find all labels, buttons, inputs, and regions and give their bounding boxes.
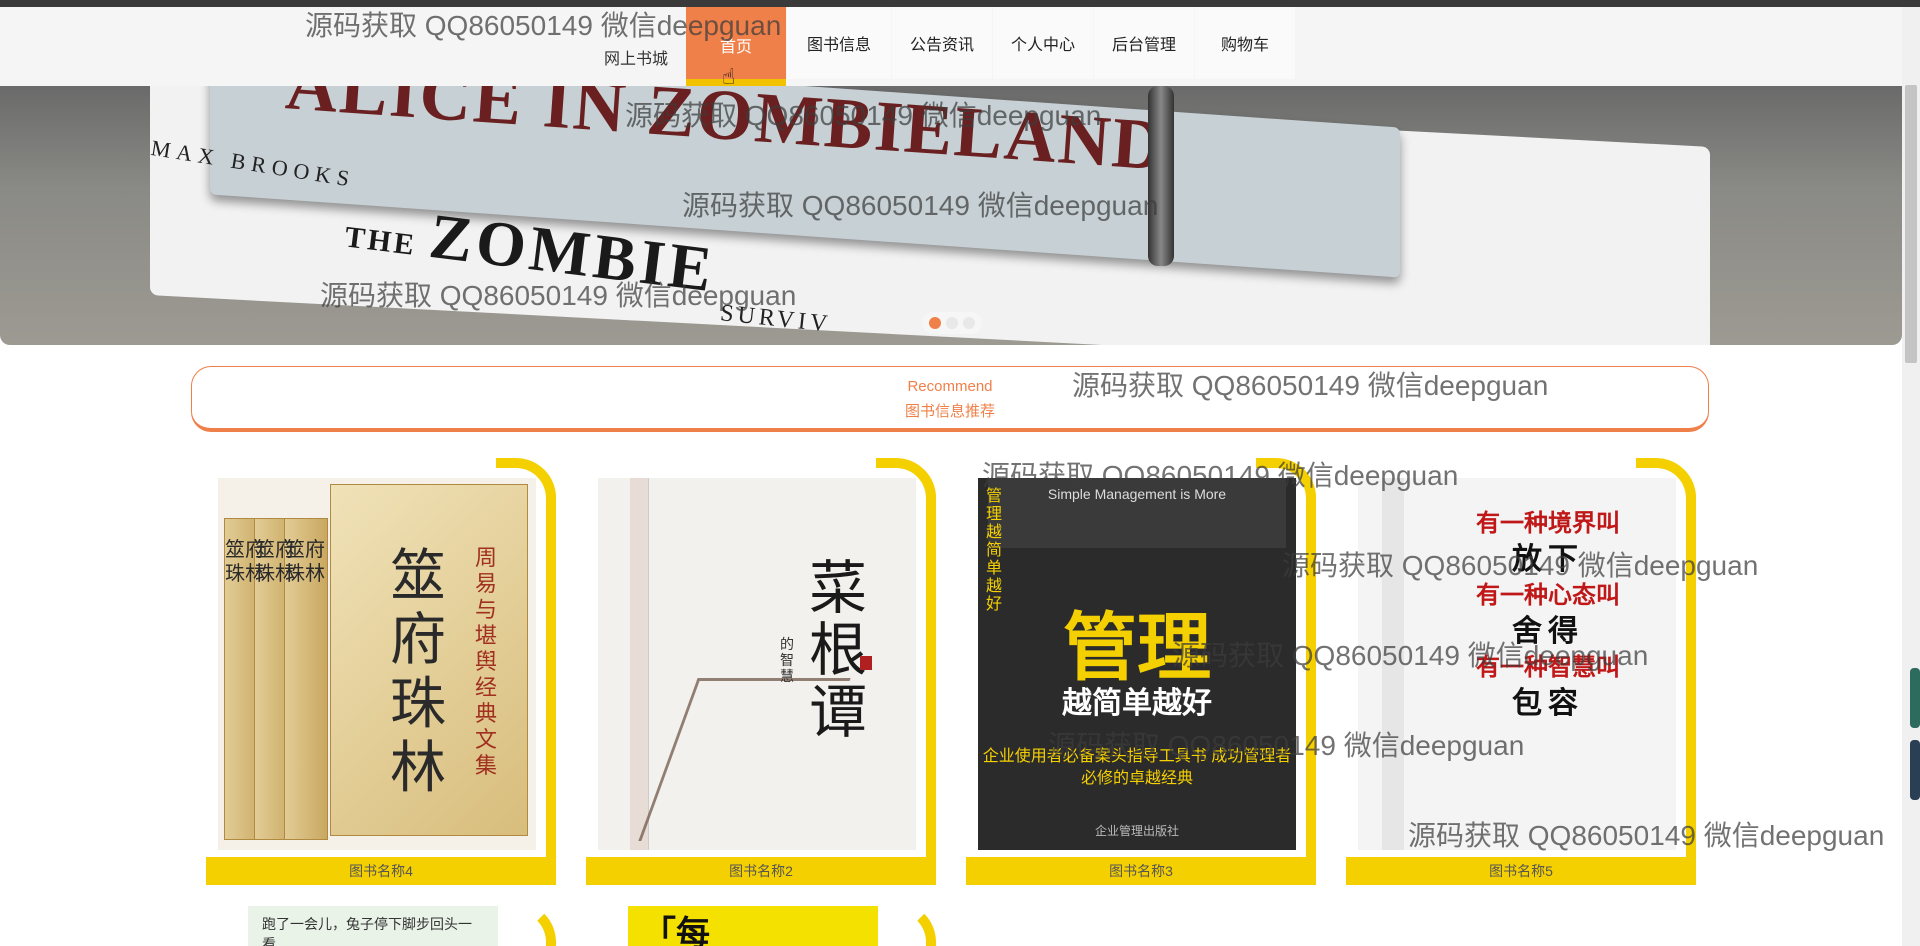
nav-home[interactable]: 首页 [686, 7, 786, 87]
carousel-dot-2[interactable] [945, 317, 958, 329]
book-cover: 「每 [628, 906, 878, 946]
site-name: 网上书城 [604, 51, 669, 68]
cover-publisher: 企业管理出版社 [1094, 824, 1179, 838]
book-card[interactable]: 「每 [586, 902, 936, 946]
side-widget[interactable] [1910, 740, 1920, 800]
cover-line: 有一种境界叫 [1476, 511, 1620, 537]
carousel-dot-1[interactable] [928, 317, 941, 329]
cover-title: 筮府珠林 [390, 546, 446, 800]
cover-title: 菜根谭 [808, 556, 867, 745]
cover-line: 有一种心态叫 [1476, 583, 1620, 609]
cover-subtitle: 的智慧 [780, 636, 794, 684]
book-card[interactable]: 菜根谭 的智慧 图书名称2 [586, 458, 936, 885]
nav-announcements[interactable]: 公告资讯 [892, 7, 992, 79]
side-widget[interactable] [1910, 668, 1920, 728]
book-card[interactable]: 筮府珠林 筮府珠林 筮府珠林 筮府珠林 周易与堪舆经典文集 图书名称4 [206, 458, 556, 885]
recommend-header: Recommend 图书信息推荐 [191, 366, 1709, 432]
book-name[interactable]: 图书名称2 [586, 857, 936, 885]
cover-line: 有一种智慧叫 [1476, 655, 1620, 681]
nav-book-info[interactable]: 图书信息 [787, 7, 891, 79]
nav-personal-center[interactable]: 个人中心 [993, 7, 1093, 79]
book-cover: 菜根谭 的智慧 [598, 478, 916, 850]
window-top-bar [0, 0, 1920, 7]
cover-side-text: 周易与堪舆经典文集 [474, 545, 497, 778]
book-name[interactable]: 图书名称4 [206, 857, 556, 885]
cover-line: 放下 [1512, 543, 1584, 576]
book-name[interactable]: 图书名称5 [1346, 857, 1696, 885]
nav-cart[interactable]: 购物车 [1195, 7, 1295, 79]
banner-metal-pole [1148, 86, 1174, 266]
book-cover: 有一种境界叫放下有一种心态叫舍得有一种智慧叫包容 [1358, 478, 1676, 850]
book-cover: Simple Management is More 管理越简单越好 管理 越简单… [978, 478, 1296, 850]
carousel-dot-3[interactable] [963, 317, 976, 329]
cover-line: 舍得 [1512, 615, 1584, 648]
cover-text-lines: 有一种境界叫放下有一种心态叫舍得有一种智慧叫包容 [1448, 508, 1648, 724]
cover-tagline: 企业使用者必备案头指导工具书 成功管理者必修的卓越经典 [982, 748, 1292, 787]
cover-line: 包容 [1512, 687, 1584, 720]
book-card[interactable]: Simple Management is More 管理越简单越好 管理 越简单… [966, 458, 1316, 885]
main-nav: 首页 图书信息 公告资讯 个人中心 后台管理 购物车 [686, 7, 1296, 87]
book-name[interactable]: 图书名称3 [966, 857, 1316, 885]
book-cover: 筮府珠林 筮府珠林 筮府珠林 筮府珠林 周易与堪舆经典文集 [218, 478, 536, 850]
banner-carousel[interactable]: ALICE IN ZOMBIELAND MAX BROOKS THE ZOMBIE… [0, 86, 1902, 345]
cover-volume-title: 筮府珠林 [285, 539, 325, 585]
carousel-indicators [922, 312, 982, 334]
book-card[interactable]: 跑了一会儿，兔子停下脚步回头一看 [206, 902, 556, 946]
cover-header: Simple Management is More [988, 478, 1286, 548]
recommend-title-en: Recommend [907, 378, 993, 395]
cover-subtitle: 越简单越好 [1062, 687, 1212, 720]
cover-seal [860, 656, 872, 670]
book-cover: 跑了一会儿，兔子停下脚步回头一看 [248, 906, 498, 946]
recommend-title-cn: 图书信息推荐 [904, 403, 995, 420]
nav-admin[interactable]: 后台管理 [1094, 7, 1194, 79]
scrollbar-thumb[interactable] [1905, 85, 1917, 363]
book-card[interactable]: 有一种境界叫放下有一种心态叫舍得有一种智慧叫包容 图书名称5 [1346, 458, 1696, 885]
